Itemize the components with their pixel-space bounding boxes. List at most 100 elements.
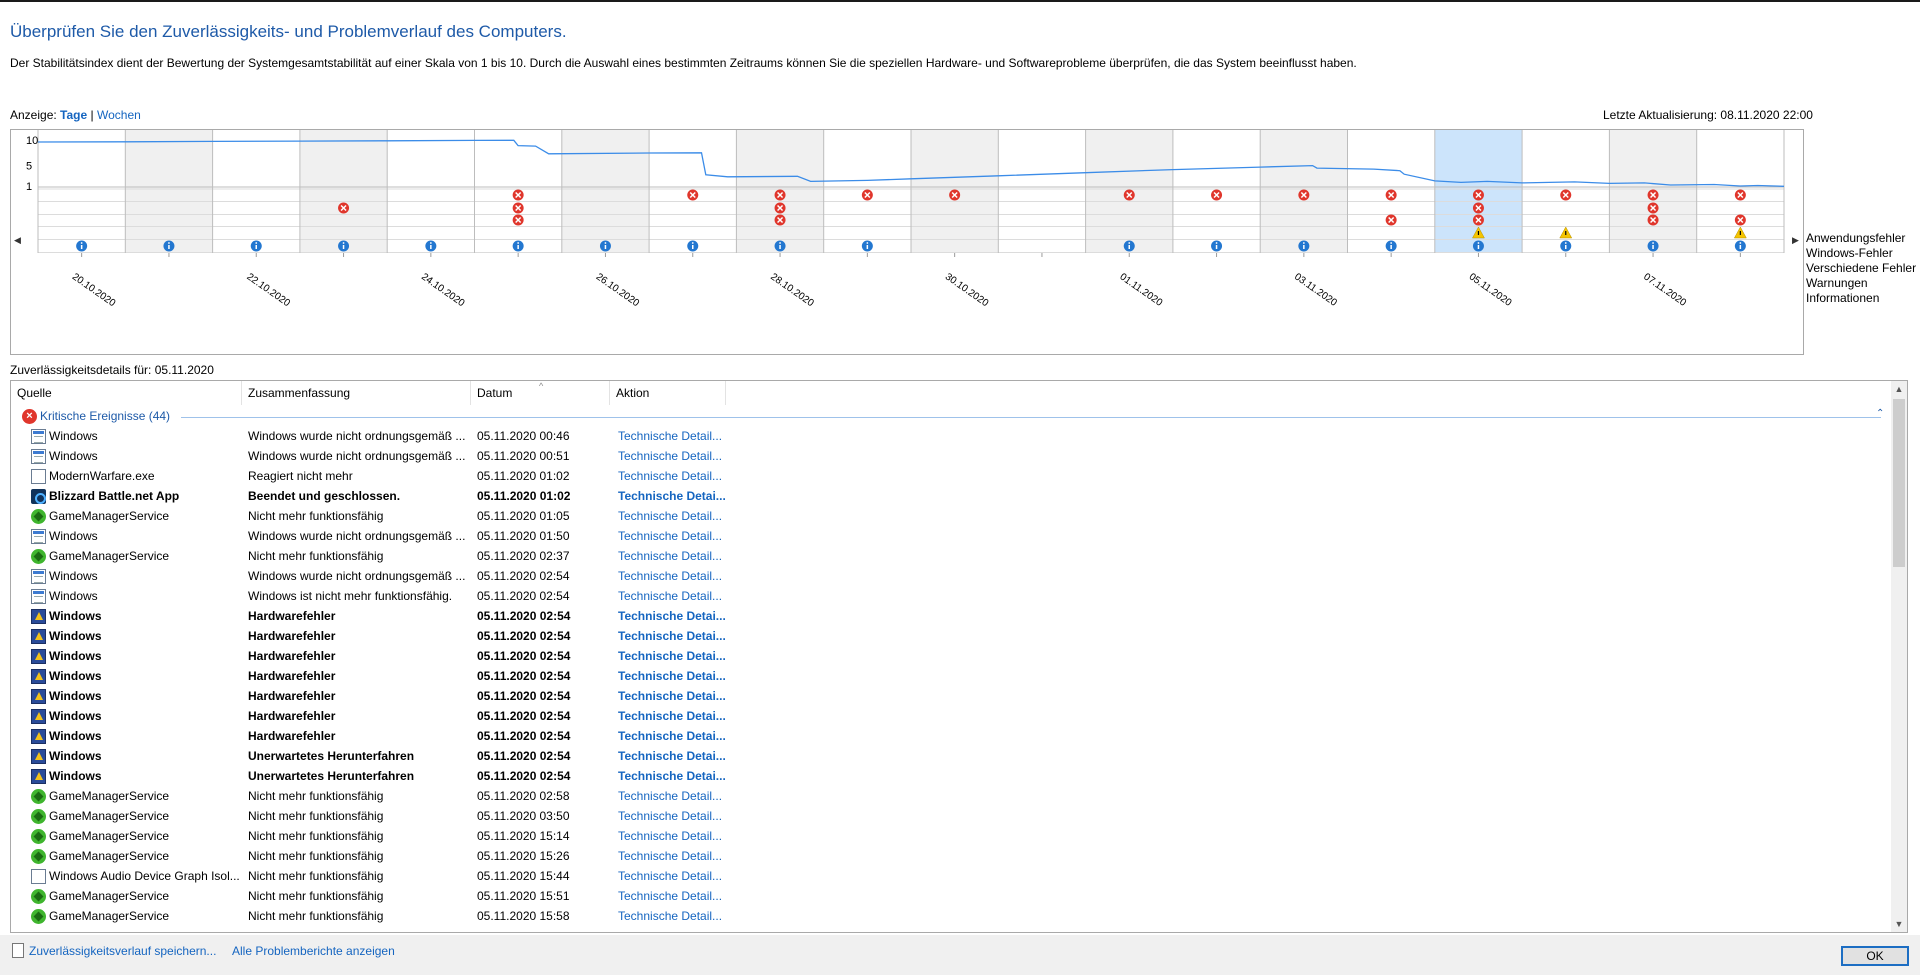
table-row[interactable]: Windows Unerwartetes Herunterfahren 05.11.… [11,746,1891,766]
technical-details-link[interactable]: Technische Detai... [618,629,738,643]
info-dot [691,242,694,244]
table-row[interactable]: Windows Hardwarefehler 05.11.2020 02:54 Tec… [11,666,1891,686]
technical-details-link[interactable]: Technische Detai... [618,669,738,683]
technical-details-link[interactable]: Technische Detail... [618,529,738,543]
table-scrollbar[interactable]: ▲ ▼ [1891,381,1907,932]
all-reports-link[interactable]: Alle Problemberichte anzeigen [232,944,395,958]
table-row[interactable]: Windows Hardwarefehler 05.11.2020 02:54 Tec… [11,706,1891,726]
table-row[interactable]: Windows Windows wurde nicht ordnungsgemäß… [11,566,1891,586]
technical-details-link[interactable]: Technische Detai... [618,649,738,663]
table-row[interactable]: Windows Unerwartetes Herunterfahren 05.11.… [11,766,1891,786]
info-dot [517,242,520,244]
hardware-warning-icon [31,669,46,684]
sort-ascending-icon: ^ [539,381,544,391]
table-row[interactable]: ModernWarfare.exe Reagiert nicht mehr 05.1… [11,466,1891,486]
table-row[interactable]: Windows Hardwarefehler 05.11.2020 02:54 Tec… [11,686,1891,706]
cell-date: 05.11.2020 00:46 [477,429,570,443]
technical-details-link[interactable]: Technische Detai... [618,489,738,503]
scroll-up-icon[interactable]: ▲ [1891,381,1907,397]
table-row[interactable]: GameManagerService Nicht mehr funktionsfä… [11,886,1891,906]
table-row[interactable]: Windows Windows ist nicht mehr funktionsf… [11,586,1891,606]
technical-details-link[interactable]: Technische Detail... [618,869,738,883]
table-row[interactable]: Blizzard Battle.net App Beendet und gesch… [11,486,1891,506]
technical-details-link[interactable]: Technische Detail... [618,549,738,563]
cell-summary: Windows wurde nicht ordnungsgemäß ... [248,449,466,463]
technical-details-link[interactable]: Technische Detai... [618,749,738,763]
hardware-warning-icon [31,749,46,764]
table-row[interactable]: Windows Windows wurde nicht ordnungsgemäß… [11,526,1891,546]
technical-details-link[interactable]: Technische Detai... [618,709,738,723]
table-row[interactable]: Windows Hardwarefehler 05.11.2020 02:54 Tec… [11,626,1891,646]
technical-details-link[interactable]: Technische Detail... [618,849,738,863]
hardware-warning-icon [31,689,46,704]
cell-summary: Beendet und geschlossen. [248,489,401,503]
technical-details-link[interactable]: Technische Detail... [618,889,738,903]
technical-details-link[interactable]: Technische Detail... [618,509,738,523]
details-label: Zuverlässigkeitsdetails für: 05.11.2020 [10,363,214,377]
technical-details-link[interactable]: Technische Detail... [618,829,738,843]
table-row[interactable]: GameManagerService Nicht mehr funktionsfä… [11,846,1891,866]
x-date-label: 22.10.2020 [245,271,293,309]
table-row[interactable]: GameManagerService Nicht mehr funktionsfä… [11,826,1891,846]
x-date-label: 30.10.2020 [943,271,991,309]
table-row[interactable]: Windows Windows wurde nicht ordnungsgemäß… [11,446,1891,466]
technical-details-link[interactable]: Technische Detail... [618,789,738,803]
cell-source: GameManagerService [49,889,170,903]
table-row[interactable]: Windows Hardwarefehler 05.11.2020 02:54 Tec… [11,646,1891,666]
group-critical-events[interactable]: × Kritische Ereignisse (44) ⌃ [11,406,1891,426]
ok-button[interactable]: OK [1841,946,1909,966]
info-dot [1390,242,1393,244]
view-weeks-link[interactable]: Wochen [97,108,141,122]
table-row[interactable]: Windows Hardwarefehler 05.11.2020 02:54 Tec… [11,726,1891,746]
info-dot [1652,242,1654,244]
cell-date: 05.11.2020 00:51 [477,449,570,463]
technical-details-link[interactable]: Technische Detail... [618,569,738,583]
cell-date: 05.11.2020 02:54 [477,729,571,743]
save-document-icon [12,943,24,958]
column-header-action[interactable]: Aktion [610,381,726,405]
cell-summary: Nicht mehr funktionsfähig [248,909,384,923]
technical-details-link[interactable]: Technische Detail... [618,449,738,463]
table-row[interactable]: GameManagerService Nicht mehr funktionsfä… [11,806,1891,826]
hardware-warning-icon [31,769,46,784]
table-row[interactable]: GameManagerService Nicht mehr funktionsfä… [11,786,1891,806]
technical-details-link[interactable]: Technische Detail... [618,429,738,443]
technical-details-link[interactable]: Technische Detai... [618,689,738,703]
technical-details-link[interactable]: Technische Detai... [618,729,738,743]
table-row[interactable]: GameManagerService Nicht mehr funktionsfä… [11,906,1891,926]
technical-details-link[interactable]: Technische Detai... [618,769,738,783]
cell-source: Windows [49,569,98,583]
technical-details-link[interactable]: Technische Detail... [618,909,738,923]
collapse-chevron-icon[interactable]: ⌃ [1876,408,1884,419]
page-description: Der Stabilitätsindex dient der Bewertung… [10,56,1357,70]
technical-details-link[interactable]: Technische Detai... [618,609,738,623]
table-row[interactable]: Windows Hardwarefehler 05.11.2020 02:54 Tec… [11,606,1891,626]
cell-date: 05.11.2020 15:44 [477,869,570,883]
stability-chart[interactable]: 10 5 1 20.10.2020 22.10.2020 24.10.2020 26.10.… [10,129,1804,355]
table-row[interactable]: Windows Windows wurde nicht ordnungsgemäß… [11,426,1891,446]
footer-bar: Zuverlässigkeitsverlauf speichern... All… [0,935,1920,975]
technical-details-link[interactable]: Technische Detail... [618,469,738,483]
cell-date: 05.11.2020 02:54 [477,749,571,763]
page-title: Überprüfen Sie den Zuverlässigkeits- und… [10,22,567,41]
scroll-down-icon[interactable]: ▼ [1891,916,1907,932]
table-row[interactable]: GameManagerService Nicht mehr funktionsfä… [11,546,1891,566]
table-row[interactable]: Windows Audio Device Graph Isol... Nicht … [11,866,1891,886]
cell-source: GameManagerService [49,549,170,563]
application-window-icon [31,869,46,884]
chart-scroll-left-icon[interactable]: ◀ [14,235,21,246]
view-separator: | [90,108,94,122]
info-dot [429,242,432,244]
table-row[interactable]: GameManagerService Nicht mehr funktionsfä… [11,506,1891,526]
chart-column-background [299,130,388,253]
column-header-summary[interactable]: Zusammenfassung [242,381,471,405]
cell-summary: Hardwarefehler [248,629,336,643]
scrollbar-thumb[interactable] [1893,399,1905,567]
chart-scroll-right-icon[interactable]: ▶ [1792,235,1799,246]
view-label: Anzeige: [10,108,57,122]
column-header-source[interactable]: Quelle [11,381,242,405]
technical-details-link[interactable]: Technische Detail... [618,589,738,603]
view-days-link[interactable]: Tage [60,108,87,122]
technical-details-link[interactable]: Technische Detail... [618,809,738,823]
save-history-link[interactable]: Zuverlässigkeitsverlauf speichern... [29,944,216,958]
